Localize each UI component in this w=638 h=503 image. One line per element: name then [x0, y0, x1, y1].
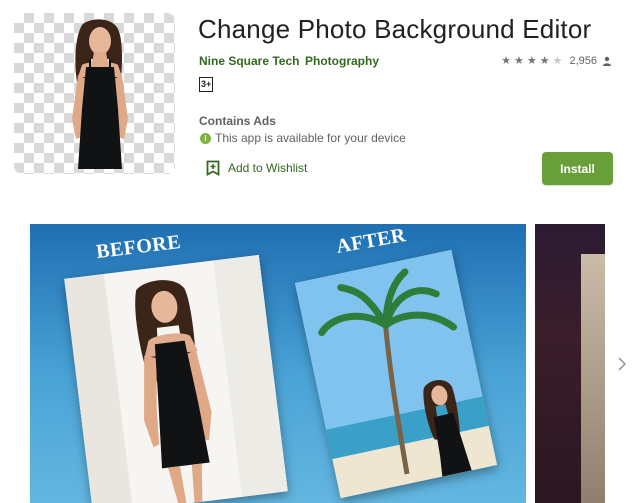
screenshot-2[interactable]: [535, 224, 605, 503]
screenshot-before-after[interactable]: BEFORE AFTER: [30, 224, 526, 503]
developer-link[interactable]: Nine Square Tech: [199, 54, 299, 68]
install-button[interactable]: Install: [542, 152, 613, 185]
person-icon: [603, 56, 611, 66]
woman-figure-image: [72, 19, 128, 169]
screenshot-2-image: [581, 254, 605, 503]
wishlist-label: Add to Wishlist: [228, 161, 308, 175]
availability-text: This app is available for your device: [215, 131, 406, 145]
after-label: AFTER: [334, 224, 408, 258]
app-title: Change Photo Background Editor: [198, 14, 592, 44]
rating-star-icon: ★: [526, 55, 539, 67]
app-icon: [14, 13, 175, 174]
availability-notice: i This app is available for your device: [200, 131, 406, 145]
chevron-right-icon[interactable]: [614, 352, 630, 376]
rating-star-icon: ★: [513, 55, 526, 67]
add-to-wishlist-button[interactable]: Add to Wishlist: [206, 160, 307, 176]
category-link[interactable]: Photography: [305, 54, 379, 68]
rating-star-empty-icon: ★: [552, 55, 565, 67]
age-rating-badge: 3+: [199, 77, 214, 92]
info-icon: i: [200, 132, 211, 144]
after-photo-image: [294, 249, 498, 499]
rating-star-icon: ★: [501, 55, 513, 67]
rating-summary: ★ ★ ★ ★ ★ 2,956: [501, 54, 612, 67]
bookmark-add-icon: [206, 160, 220, 176]
before-photo-image: [64, 254, 288, 503]
rating-count: 2,956: [569, 54, 597, 67]
after-photo: [294, 249, 498, 499]
rating-star-icon: ★: [539, 55, 552, 67]
before-label: BEFORE: [94, 230, 183, 264]
before-photo: [64, 254, 288, 503]
contains-ads-label: Contains Ads: [199, 114, 276, 128]
